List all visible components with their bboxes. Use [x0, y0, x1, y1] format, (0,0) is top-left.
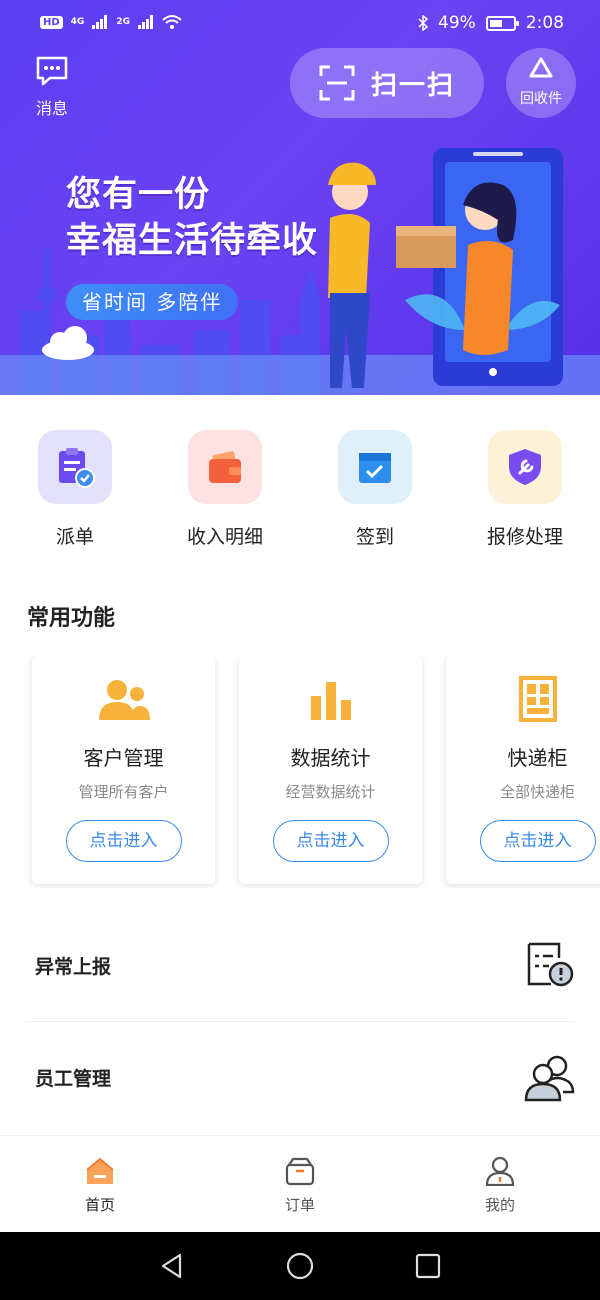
tab-mine[interactable]: 我的 — [440, 1156, 560, 1215]
hero-banner: HD 4G 2G 49% 2:08 消息 扫一扫 回收件 您有一份 幸福生活待牵… — [0, 0, 600, 395]
wrench-shield-icon — [488, 430, 562, 504]
quick-action-checkin[interactable]: 签到 — [300, 430, 450, 549]
card-title: 数据统计 — [290, 746, 371, 770]
recycle-icon — [529, 57, 553, 78]
list-item-label: 员工管理 — [35, 1068, 112, 1090]
signal-icon — [92, 15, 108, 29]
card-subtitle: 全部快递柜 — [499, 783, 575, 801]
quick-action-income[interactable]: 收入明细 — [150, 430, 300, 549]
system-nav-bar — [0, 1232, 600, 1300]
home-icon — [86, 1157, 114, 1184]
scan-button[interactable]: 扫一扫 — [290, 48, 484, 118]
card-subtitle: 管理所有客户 — [78, 783, 169, 801]
recents-icon[interactable] — [414, 1252, 442, 1280]
quick-actions: 派单 收入明细 签到 报修处理 — [0, 430, 600, 560]
card-customer-management[interactable]: 客户管理 管理所有客户 点击进入 — [32, 656, 215, 884]
clock: 2:08 — [525, 13, 564, 33]
quick-action-label: 报修处理 — [486, 526, 563, 548]
scan-icon — [319, 65, 355, 101]
quick-action-label: 签到 — [355, 526, 394, 548]
scan-label: 扫一扫 — [370, 70, 455, 101]
back-icon[interactable] — [158, 1252, 186, 1280]
card-parcel-locker[interactable]: 快递柜 全部快递柜 点击进入 — [446, 656, 600, 884]
enter-button[interactable]: 点击进入 — [65, 820, 182, 862]
bar-chart-icon — [239, 674, 422, 724]
message-label: 消息 — [35, 99, 68, 118]
battery-percent: 49% — [438, 13, 476, 33]
network-4g-icon: 4G — [70, 17, 85, 27]
quick-action-label: 派单 — [55, 526, 94, 548]
calendar-check-icon — [338, 430, 412, 504]
tab-label: 我的 — [484, 1196, 515, 1214]
tab-label: 首页 — [84, 1196, 115, 1214]
quick-action-label: 收入明细 — [186, 526, 263, 548]
banner-title-line2: 幸福生活待牵收 — [66, 221, 319, 261]
message-button[interactable]: 消息 — [28, 55, 76, 119]
tab-orders[interactable]: 订单 — [240, 1156, 360, 1215]
report-warning-icon — [527, 942, 574, 987]
enter-button[interactable]: 点击进入 — [272, 820, 389, 862]
recycle-label: 回收件 — [520, 91, 562, 107]
network-2g-icon: 2G — [116, 17, 130, 27]
card-title: 快递柜 — [507, 746, 568, 770]
recycle-button[interactable]: 回收件 — [506, 48, 576, 118]
feature-cards: 客户管理 管理所有客户 点击进入 数据统计 经营数据统计 点击进入 快递柜 全部… — [0, 656, 600, 888]
list-item-exception-report[interactable]: 异常上报 — [25, 910, 575, 1022]
clipboard-check-icon — [38, 430, 112, 504]
locker-icon — [446, 674, 600, 724]
wifi-icon — [162, 15, 182, 29]
list-item-label: 异常上报 — [35, 956, 112, 978]
chat-bubble-icon — [36, 56, 68, 86]
tab-home[interactable]: 首页 — [40, 1156, 160, 1215]
tab-label: 订单 — [284, 1196, 315, 1214]
bottom-tab-bar: 首页 订单 我的 — [0, 1135, 600, 1232]
hd-badge: HD — [40, 15, 63, 29]
users-icon — [32, 674, 215, 724]
banner-title: 您有一份 幸福生活待牵收 — [66, 172, 318, 264]
bluetooth-icon — [418, 15, 429, 31]
status-bar: HD 4G 2G 49% 2:08 — [0, 0, 600, 50]
enter-button[interactable]: 点击进入 — [479, 820, 596, 862]
quick-action-repair[interactable]: 报修处理 — [450, 430, 600, 549]
wallet-icon — [188, 430, 262, 504]
battery-icon — [485, 15, 519, 31]
box-icon — [285, 1157, 315, 1186]
card-title: 客户管理 — [83, 746, 164, 770]
card-data-statistics[interactable]: 数据统计 经营数据统计 点击进入 — [239, 656, 422, 884]
card-subtitle: 经营数据统计 — [285, 783, 376, 801]
staff-icon — [524, 1055, 575, 1102]
user-icon — [485, 1156, 515, 1187]
banner-tagline: 省时间 多陪伴 — [66, 284, 239, 320]
banner-title-line1: 您有一份 — [66, 175, 211, 215]
quick-action-dispatch[interactable]: 派单 — [0, 430, 150, 549]
home-circle-icon[interactable] — [286, 1252, 314, 1280]
section-title: 常用功能 — [27, 606, 116, 631]
signal-icon — [137, 15, 153, 29]
list-item-staff-management[interactable]: 员工管理 — [25, 1022, 575, 1134]
